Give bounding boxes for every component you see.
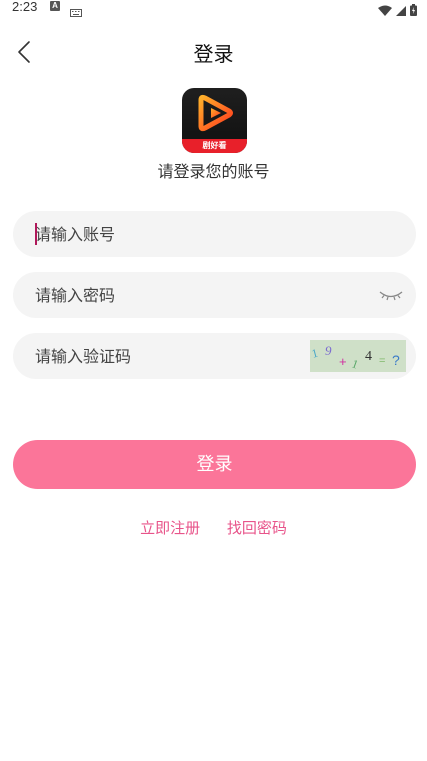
page-title: 登录 [193, 42, 234, 66]
password-field[interactable] [13, 272, 416, 318]
header: 登录 [0, 32, 427, 76]
captcha-digit-3: 1 [350, 356, 360, 371]
keyboard-icon [70, 2, 82, 21]
auth-links: 立即注册 找回密码 [0, 516, 427, 540]
login-subtitle: 请登录您的账号 [157, 162, 270, 181]
status-bar: 2:23 A [0, 0, 427, 17]
play-logo-icon [197, 94, 233, 136]
wifi-icon [378, 1, 392, 20]
account-field[interactable] [13, 211, 416, 257]
notification-a-icon: A [50, 1, 60, 11]
captcha-digit-4: 4 [365, 349, 372, 364]
logo-caption: 剧好看 [202, 141, 227, 150]
text-cursor [35, 223, 37, 245]
captcha-digit-1: 1 [310, 346, 319, 361]
account-input[interactable] [35, 211, 315, 257]
captcha-input[interactable] [35, 333, 315, 379]
login-button[interactable]: 登录 [13, 440, 416, 489]
password-input[interactable] [35, 272, 315, 318]
forgot-password-link[interactable]: 找回密码 [227, 516, 287, 540]
app-logo: 剧好看 [182, 88, 247, 153]
captcha-equals: = [379, 355, 385, 367]
captcha-operator: + [339, 354, 347, 369]
register-link[interactable]: 立即注册 [140, 516, 200, 540]
signal-icon [396, 1, 406, 20]
status-time: 2:23 [12, 0, 38, 14]
battery-icon [410, 1, 417, 20]
captcha-question: ? [392, 352, 400, 368]
captcha-field[interactable]: 1 9 + 1 4 = ? [13, 333, 416, 379]
status-icons [378, 1, 417, 20]
captcha-image[interactable]: 1 9 + 1 4 = ? [310, 340, 406, 372]
eye-closed-icon[interactable] [378, 287, 404, 303]
captcha-digit-2: 9 [325, 343, 332, 358]
